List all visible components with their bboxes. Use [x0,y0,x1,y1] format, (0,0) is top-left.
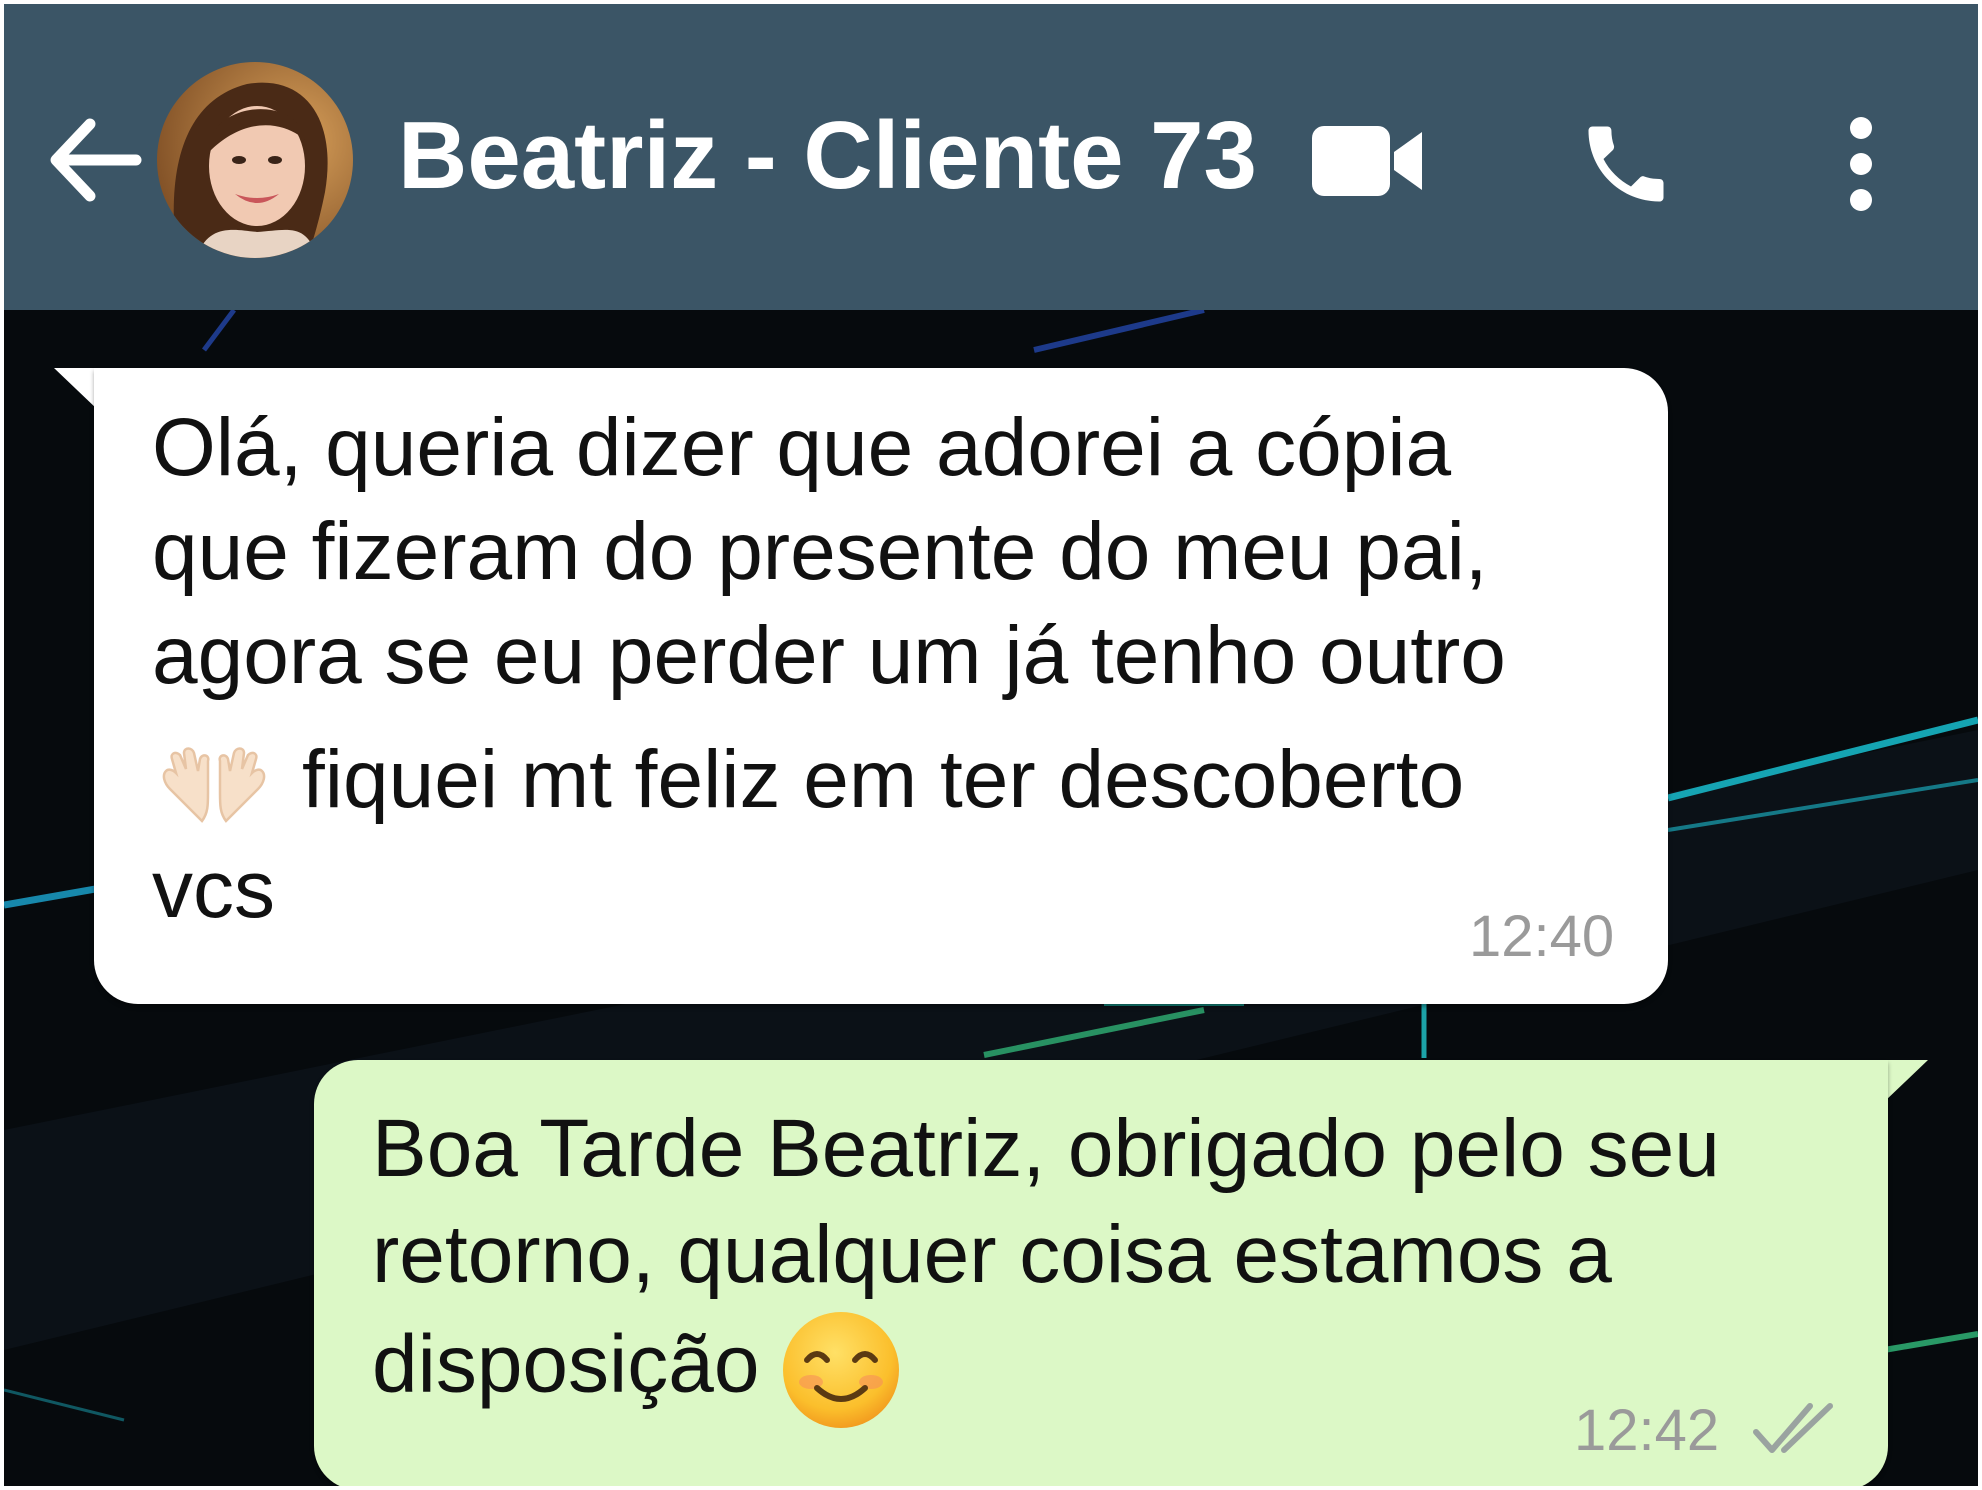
outgoing-message-text: Boa Tarde Beatriz, obrigado pelo seu ret… [372,1096,1720,1432]
video-camera-icon [1312,126,1422,196]
incoming-message-bubble[interactable]: Olá, queria dizer que adorei a cópia que… [94,368,1668,1004]
voice-call-button[interactable] [1574,114,1678,214]
back-button[interactable] [46,112,144,208]
message-line: disposição [372,1318,760,1410]
message-line: retorno, qualquer coisa estamos a [372,1209,1612,1300]
video-call-button[interactable] [1310,122,1424,200]
avatar[interactable] [157,62,353,258]
more-options-button[interactable] [1840,114,1882,214]
message-line: fiquei mt feliz em ter descoberto [302,734,1465,825]
contact-name[interactable]: Beatriz - Cliente 73 [398,96,1257,216]
chat-header: Beatriz - Cliente 73 [4,4,1978,310]
outgoing-message-bubble[interactable]: Boa Tarde Beatriz, obrigado pelo seu ret… [314,1060,1888,1486]
message-line: Olá, queria dizer que adorei a cópia [152,402,1452,493]
message-line: Boa Tarde Beatriz, obrigado pelo seu [372,1103,1720,1194]
more-vertical-icon [1850,117,1872,211]
incoming-message-time: 12:40 [1469,904,1615,969]
phone-icon [1588,126,1664,202]
message-line: agora se eu perder um já tenho outro [152,610,1506,701]
chat-screen: Beatriz - Cliente 73 Olá, queria dizer q… [4,4,1978,1486]
raising-hands-emoji [162,747,266,824]
message-line: que fizeram do presente do meu pai, [152,506,1488,597]
smiling-face-emoji [783,1312,900,1428]
incoming-bubble-tail [54,368,98,410]
back-arrow-icon [50,118,142,202]
outgoing-bubble-tail [1884,1060,1928,1102]
read-double-check-icon [1753,1403,1833,1453]
avatar-photo [157,62,353,258]
message-line-with-emoji: disposição [372,1308,1720,1432]
message-line: vcs [152,844,275,935]
message-list[interactable]: Olá, queria dizer que adorei a cópia que… [4,310,1978,1486]
incoming-message-text: Olá, queria dizer que adorei a cópia que… [152,396,1506,942]
outgoing-message-time: 12:42 [1574,1398,1720,1463]
message-line-with-emoji: fiquei mt feliz em ter descoberto [152,728,1506,832]
